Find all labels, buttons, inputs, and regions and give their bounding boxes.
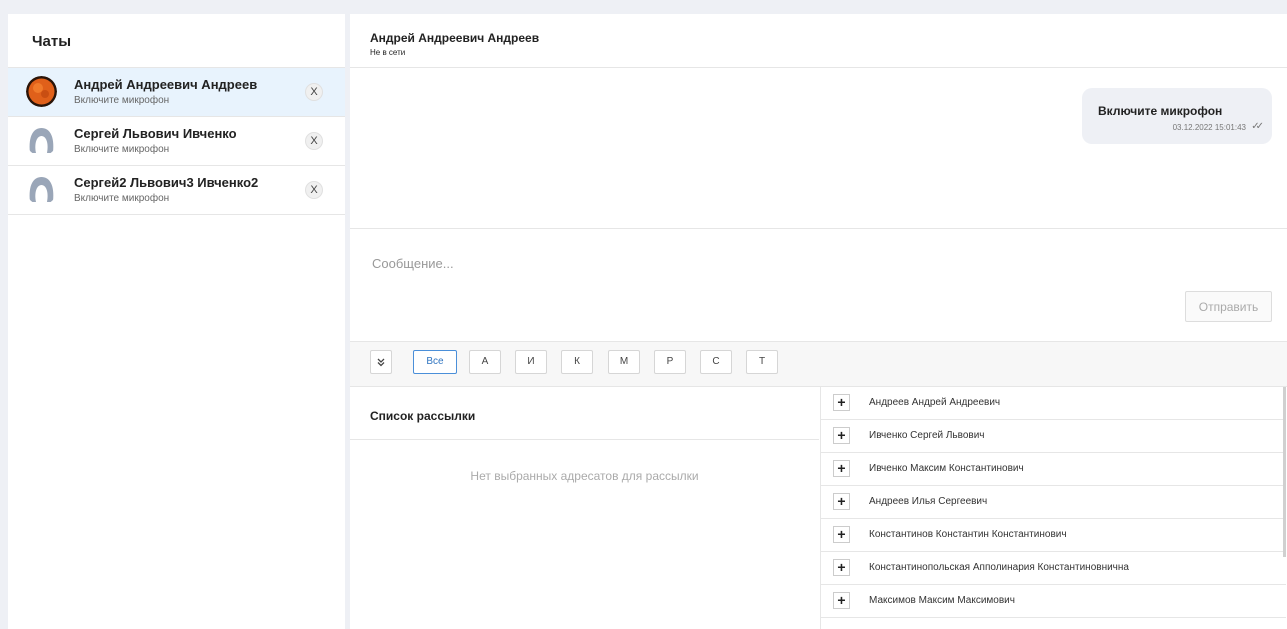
contact-row[interactable]: + Константинопольская Апполинария Конста… bbox=[821, 552, 1286, 585]
sidebar-header: Чаты bbox=[8, 14, 345, 68]
add-contact-button[interactable]: + bbox=[833, 526, 850, 543]
user-placeholder-icon bbox=[26, 125, 57, 156]
add-contact-button[interactable]: + bbox=[833, 592, 850, 609]
filter-letter-button[interactable]: Т bbox=[746, 350, 778, 374]
contact-name: Ивченко Максим Константинович bbox=[869, 463, 1024, 474]
chat-preview: Включите микрофон bbox=[74, 95, 170, 106]
compose-area: Отправить bbox=[350, 229, 1287, 342]
contact-name: Андреев Илья Сергеевич bbox=[869, 496, 988, 507]
chat-preview: Включите микрофон bbox=[74, 144, 170, 155]
conversation-name: Андрей Андреевич Андреев bbox=[370, 31, 540, 45]
message-input[interactable] bbox=[370, 255, 1074, 272]
filter-letter-button[interactable]: М bbox=[608, 350, 640, 374]
mailing-list: Список рассылки Нет выбранных адресатов … bbox=[350, 387, 819, 629]
conversation-header: Андрей Андреевич Андреев Не в сети bbox=[350, 14, 1287, 68]
contact-list[interactable]: + Андреев Андрей Андреевич + Ивченко Сер… bbox=[820, 387, 1286, 629]
chat-item[interactable]: Андрей Андреевич Андреев Включите микроф… bbox=[8, 68, 345, 117]
contact-name: Андреев Андрей Андреевич bbox=[869, 397, 1001, 408]
message-time: 03.12.2022 15:01:43 bbox=[1172, 123, 1246, 132]
contact-row[interactable]: + Максимов Максим Максимович bbox=[821, 585, 1286, 618]
contact-row[interactable]: + Константинов Константин Константинович bbox=[821, 519, 1286, 552]
mailing-header: Список рассылки bbox=[350, 387, 819, 440]
chat-item[interactable]: Сергей Львович Ивченко Включите микрофон… bbox=[8, 117, 345, 166]
mailing-empty-text: Нет выбранных адресатов для рассылки bbox=[470, 469, 699, 483]
message-bubble: Включите микрофон 03.12.2022 15:01:43 ✓✓ bbox=[1082, 88, 1272, 144]
letter-filter-bar: Все А И К М Р С Т bbox=[350, 342, 1287, 387]
add-contact-button[interactable]: + bbox=[833, 427, 850, 444]
filter-letter-button[interactable]: К bbox=[561, 350, 593, 374]
conversation-status: Не в сети bbox=[370, 48, 406, 57]
contact-name: Максимов Максим Максимович bbox=[869, 595, 1015, 606]
sidebar-title: Чаты bbox=[32, 33, 72, 50]
chat-name: Андрей Андреевич Андреев bbox=[74, 77, 258, 92]
message-list[interactable]: Включите микрофон 03.12.2022 15:01:43 ✓✓ bbox=[350, 68, 1287, 229]
send-button[interactable]: Отправить bbox=[1185, 291, 1272, 322]
close-chat-button[interactable]: X bbox=[305, 83, 323, 101]
close-chat-button[interactable]: X bbox=[305, 181, 323, 199]
contact-row[interactable]: + Андреев Илья Сергеевич bbox=[821, 486, 1286, 519]
close-chat-button[interactable]: X bbox=[305, 132, 323, 150]
double-chevron-down-icon[interactable] bbox=[370, 350, 392, 374]
user-placeholder-icon bbox=[26, 174, 57, 205]
conversation-panel: Андрей Андреевич Андреев Не в сети Включ… bbox=[350, 14, 1287, 629]
chat-sidebar: Чаты Андрей Андреевич Андреев Включите м… bbox=[8, 14, 345, 629]
chat-name: Сергей2 Львович3 Ивченко2 bbox=[74, 175, 259, 190]
contact-row[interactable]: + Ивченко Максим Константинович bbox=[821, 453, 1286, 486]
chat-item[interactable]: Сергей2 Львович3 Ивченко2 Включите микро… bbox=[8, 166, 345, 215]
filter-letter-button[interactable]: И bbox=[515, 350, 547, 374]
chat-name: Сергей Львович Ивченко bbox=[74, 126, 237, 141]
filter-letter-button[interactable]: С bbox=[700, 350, 732, 374]
filter-letter-button[interactable]: А bbox=[469, 350, 501, 374]
contact-list-scrollbar[interactable] bbox=[1283, 387, 1286, 557]
contact-name: Ивченко Сергей Львович bbox=[869, 430, 985, 441]
contact-row[interactable]: + Ивченко Сергей Львович bbox=[821, 420, 1286, 453]
chat-preview: Включите микрофон bbox=[74, 193, 170, 204]
photo-avatar bbox=[26, 76, 57, 107]
contact-name: Константинов Константин Константинович bbox=[869, 529, 1067, 540]
contact-row[interactable]: + Андреев Андрей Андреевич bbox=[821, 387, 1286, 420]
add-contact-button[interactable]: + bbox=[833, 460, 850, 477]
double-check-icon: ✓✓ bbox=[1251, 121, 1264, 132]
add-contact-button[interactable]: + bbox=[833, 493, 850, 510]
contact-name: Константинопольская Апполинария Констант… bbox=[869, 562, 1129, 573]
mailing-title: Список рассылки bbox=[370, 409, 476, 423]
filter-all-button[interactable]: Все bbox=[413, 350, 457, 374]
add-contact-button[interactable]: + bbox=[833, 559, 850, 576]
message-text: Включите микрофон bbox=[1098, 104, 1223, 118]
add-contact-button[interactable]: + bbox=[833, 394, 850, 411]
filter-letter-button[interactable]: Р bbox=[654, 350, 686, 374]
